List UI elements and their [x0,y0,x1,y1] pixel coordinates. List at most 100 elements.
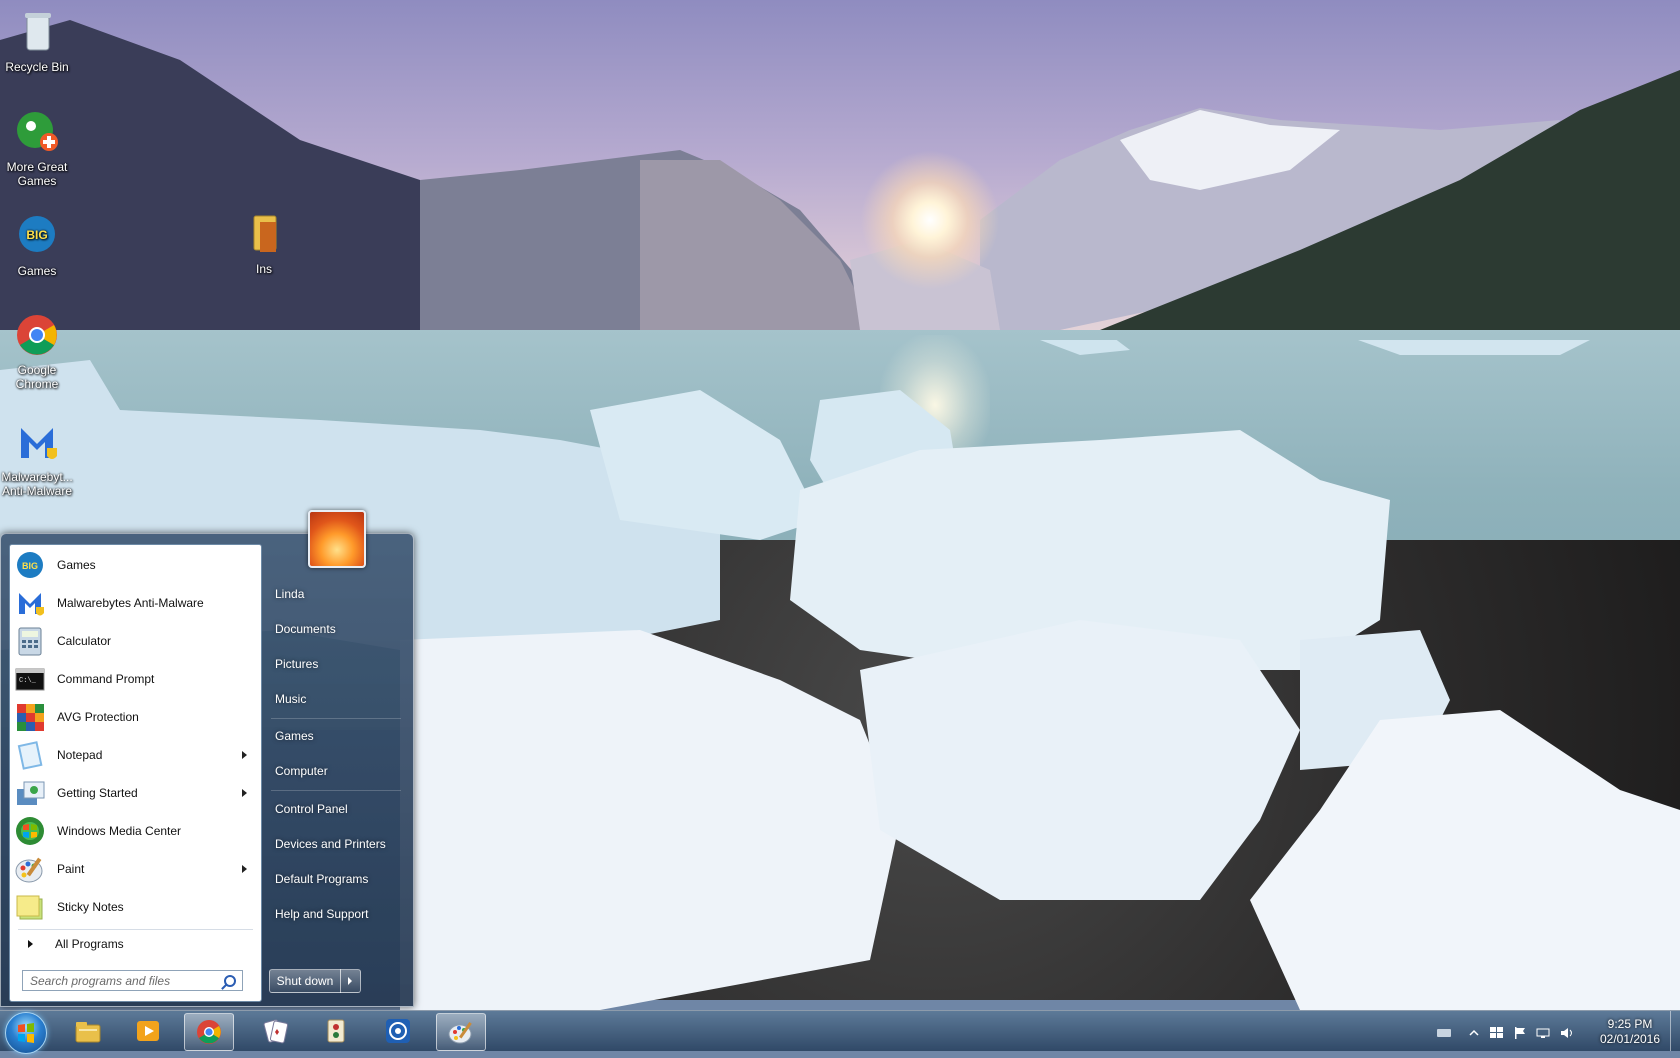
taskbar-mahjong[interactable] [312,1013,360,1049]
start-place-computer[interactable]: Computer [267,756,405,786]
taskbar-clock[interactable]: 9:25 PM 02/01/2016 [1585,1017,1675,1047]
start-program-command-prompt[interactable]: C:\_ Command Prompt [14,661,257,697]
desktop-icon-label: Ins [255,262,272,276]
start-place-label: Default Programs [275,872,369,886]
start-program-getting-started[interactable]: Getting Started [14,775,257,811]
start-program-windows-media-center[interactable]: Windows Media Center [14,813,257,849]
start-program-malwarebytes[interactable]: Malwarebytes Anti-Malware [14,585,257,621]
start-search-input[interactable]: Search programs and files [22,970,243,991]
desktop-icon-more-great-games[interactable]: More Great Games [0,108,75,188]
shutdown-options-button[interactable] [340,969,361,993]
desktop-icon-games[interactable]: BIG Games [0,212,75,278]
start-place-help-and-support[interactable]: Help and Support [267,899,405,929]
start-program-label: Paint [57,862,85,876]
start-place-default-programs[interactable]: Default Programs [267,864,405,894]
taskbar-paint[interactable] [436,1013,486,1051]
programs-separator [18,929,253,930]
all-programs-button[interactable]: All Programs [14,933,257,955]
submenu-arrow-icon[interactable] [242,751,247,759]
desktop-icon-label: More Great Games [6,160,68,188]
show-desktop-button[interactable] [1670,1011,1680,1051]
start-button[interactable] [5,1012,47,1054]
calculator-icon [14,625,46,657]
chrome-icon [13,311,61,359]
start-place-control-panel[interactable]: Control Panel [267,794,405,824]
folder-icon [240,210,288,258]
solitaire-icon [262,1017,290,1045]
desktop-icon-google-chrome[interactable]: Google Chrome [0,311,75,391]
avg-icon [14,701,46,733]
mahjong-icon [322,1017,350,1045]
places-separator [271,790,401,791]
start-place-user-folder[interactable]: Linda [267,579,405,609]
notepad-icon [14,739,46,771]
desktop-icon-label: Games [17,264,57,278]
start-program-sticky-notes[interactable]: Sticky Notes [14,889,257,925]
windows-flag-icon[interactable] [1490,1026,1504,1038]
taskbar-google-chrome[interactable] [184,1013,234,1051]
taskbar-media-player[interactable] [124,1013,172,1049]
malwarebytes-scan-icon [384,1017,412,1045]
desktop-icon-label: Malwarebyt... Anti-Malware [1,470,73,498]
start-program-label: Notepad [57,748,103,762]
start-place-games[interactable]: Games [267,721,405,751]
start-program-games[interactable]: BIG Games [14,547,257,583]
media-center-icon [14,815,46,847]
svg-text:C:\_: C:\_ [19,677,37,685]
big-fish-games-icon: BIG [13,212,61,260]
start-program-label: AVG Protection [57,710,139,724]
start-program-label: Command Prompt [57,672,155,686]
start-program-calculator[interactable]: Calculator [14,623,257,659]
keyboard-icon[interactable] [1437,1026,1451,1038]
network-icon[interactable] [1536,1026,1550,1038]
chevron-right-icon [348,977,352,985]
start-program-label: Games [57,558,96,572]
shutdown-button[interactable]: Shut down [269,969,341,993]
taskbar-windows-explorer[interactable] [64,1013,112,1049]
start-place-devices-and-printers[interactable]: Devices and Printers [267,829,405,859]
start-program-label: Windows Media Center [57,824,182,838]
start-place-label: Help and Support [275,907,369,921]
media-player-icon [134,1017,162,1045]
start-menu: BIG Games Malwarebytes Anti-Malware Calc… [0,510,414,1007]
volume-icon[interactable] [1560,1026,1574,1038]
start-place-label: Computer [275,764,328,778]
start-program-paint[interactable]: Paint [14,851,257,887]
taskbar-malwarebytes-scan[interactable] [374,1013,422,1049]
desktop-icon-malwarebytes[interactable]: Malwarebyt... Anti-Malware [0,418,75,498]
start-place-documents[interactable]: Documents [267,614,405,644]
submenu-arrow-icon[interactable] [242,789,247,797]
windows-logo-icon [18,1023,34,1043]
submenu-arrow-icon[interactable] [242,865,247,873]
start-program-label: Malwarebytes Anti-Malware [57,596,204,610]
search-placeholder: Search programs and files [30,973,171,988]
clock-time: 9:25 PM [1607,1017,1653,1031]
start-program-notepad[interactable]: Notepad [14,737,257,773]
search-icon[interactable] [224,975,236,987]
svg-text:BIG: BIG [22,561,38,571]
big-fish-games-icon: BIG [14,549,46,581]
chrome-icon [195,1018,223,1046]
user-account-picture[interactable] [308,510,366,568]
malwarebytes-icon [13,418,61,466]
taskbar: 9:25 PM 02/01/2016 [0,1010,1680,1054]
command-prompt-icon: C:\_ [14,663,46,695]
expand-arrow-icon [28,940,33,948]
game-shortcut-icon [13,108,61,156]
show-hidden-icons-chevron[interactable] [1467,1026,1481,1038]
windows-explorer-icon [74,1017,102,1045]
start-place-label: Linda [275,587,305,601]
action-center-flag-icon[interactable] [1513,1026,1527,1039]
desktop-icon-ins-folder[interactable]: Ins [226,210,302,276]
desktop-icon-recycle-bin[interactable]: Recycle Bin [0,8,75,74]
start-place-music[interactable]: Music [267,684,405,714]
taskbar-solitaire[interactable] [252,1013,300,1049]
start-program-label: Sticky Notes [57,900,124,914]
start-place-pictures[interactable]: Pictures [267,649,405,679]
start-place-label: Pictures [275,657,319,671]
start-place-label: Music [275,692,307,706]
places-separator [271,718,401,719]
wallpaper-mountains [0,20,1680,340]
start-program-avg-protection[interactable]: AVG Protection [14,699,257,735]
getting-started-icon [14,777,46,809]
